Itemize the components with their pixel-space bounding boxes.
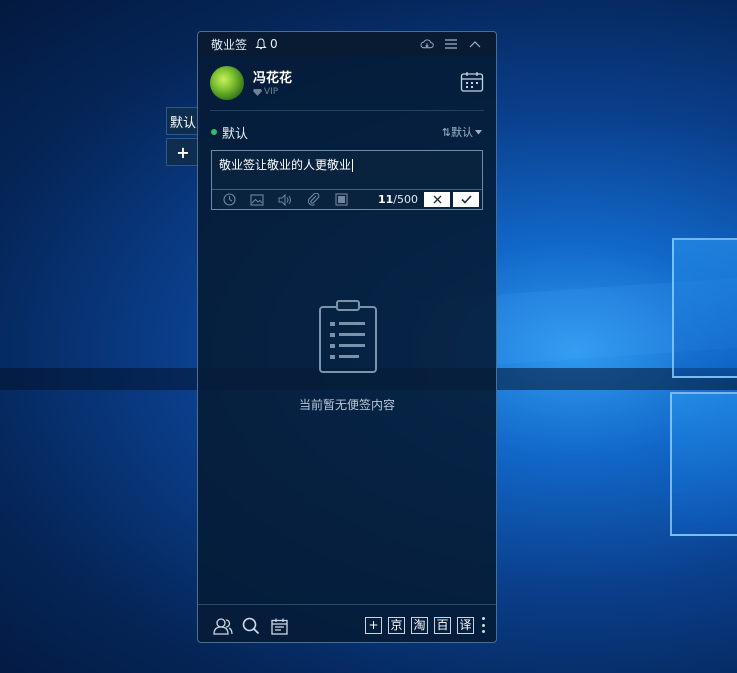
confirm-button[interactable] <box>453 192 479 207</box>
attachment-icon[interactable] <box>302 191 324 208</box>
char-count: 11 <box>377 193 394 206</box>
char-limit: /500 <box>393 193 418 206</box>
empty-state-message: 当前暂无便签内容 <box>298 398 395 412</box>
app-title: 敬业签 <box>211 37 248 52</box>
plus-icon: + <box>176 142 190 162</box>
baidu-shortcut-button[interactable]: 百 <box>434 616 451 634</box>
calendar-icon <box>460 72 484 92</box>
sort-label: ⇅默认 <box>441 126 473 139</box>
reminder-clock-icon[interactable] <box>218 191 240 208</box>
vip-label: VIP <box>264 87 279 97</box>
close-icon <box>433 195 441 204</box>
check-icon <box>460 195 472 204</box>
jd-shortcut-button[interactable]: 京 <box>388 616 405 634</box>
bell-icon <box>255 38 267 50</box>
footer-divider <box>198 604 496 605</box>
window-pane-bottom <box>670 392 737 536</box>
note-input-text: 敬业签让敬业的人更敬业 <box>219 158 352 172</box>
taobao-shortcut-button[interactable]: 淘 <box>411 616 428 634</box>
collapse-icon[interactable] <box>468 37 482 51</box>
calendar-button[interactable] <box>460 71 484 93</box>
status-dot <box>211 129 217 135</box>
character-counter: 11/500 <box>378 193 418 206</box>
user-profile: 冯花花 VIP <box>210 66 484 106</box>
side-tab-default[interactable]: 默认 <box>166 107 200 135</box>
notification-count: 0 <box>270 37 278 51</box>
divider <box>210 110 484 111</box>
vip-badge: VIP <box>253 87 278 97</box>
text-caret <box>352 159 354 172</box>
more-options-icon[interactable] <box>480 616 486 634</box>
search-icon[interactable] <box>241 616 261 636</box>
color-block-icon[interactable] <box>330 191 352 208</box>
menu-icon[interactable] <box>444 37 458 51</box>
image-icon[interactable] <box>246 191 268 208</box>
cancel-button[interactable] <box>424 192 450 207</box>
voice-icon[interactable] <box>274 191 296 208</box>
note-app-window: 敬业签 0 冯花花 VIP 默认 ⇅默认 敬业签让敬业的人更敬业 11/500 … <box>197 31 497 643</box>
avatar[interactable] <box>210 66 244 100</box>
cloud-sync-icon[interactable] <box>420 37 434 51</box>
user-name: 冯花花 <box>253 71 293 86</box>
group-name[interactable]: 默认 <box>222 123 248 142</box>
diamond-icon <box>253 88 262 96</box>
editor-toolbar: 11/500 <box>212 189 482 209</box>
schedule-icon[interactable] <box>269 616 289 636</box>
add-shortcut-button[interactable]: + <box>365 616 382 634</box>
caret-down-icon <box>475 129 482 134</box>
side-tab-add[interactable]: + <box>166 138 200 166</box>
notification-button[interactable]: 0 <box>255 37 278 51</box>
clipboard-icon <box>318 300 378 374</box>
footer-bar: + 京 淘 百 译 <box>198 614 496 638</box>
contacts-icon[interactable] <box>213 616 233 636</box>
group-header: 默认 ⇅默认 <box>211 123 482 142</box>
note-editor[interactable]: 敬业签让敬业的人更敬业 11/500 <box>211 150 483 210</box>
translate-shortcut-button[interactable]: 译 <box>457 616 474 634</box>
title-bar[interactable]: 敬业签 0 <box>198 32 496 56</box>
sort-dropdown[interactable]: ⇅默认 <box>442 124 482 140</box>
side-tab-default-label: 默认 <box>169 115 196 131</box>
window-pane-top <box>672 238 737 378</box>
note-input[interactable]: 敬业签让敬业的人更敬业 <box>219 156 354 173</box>
